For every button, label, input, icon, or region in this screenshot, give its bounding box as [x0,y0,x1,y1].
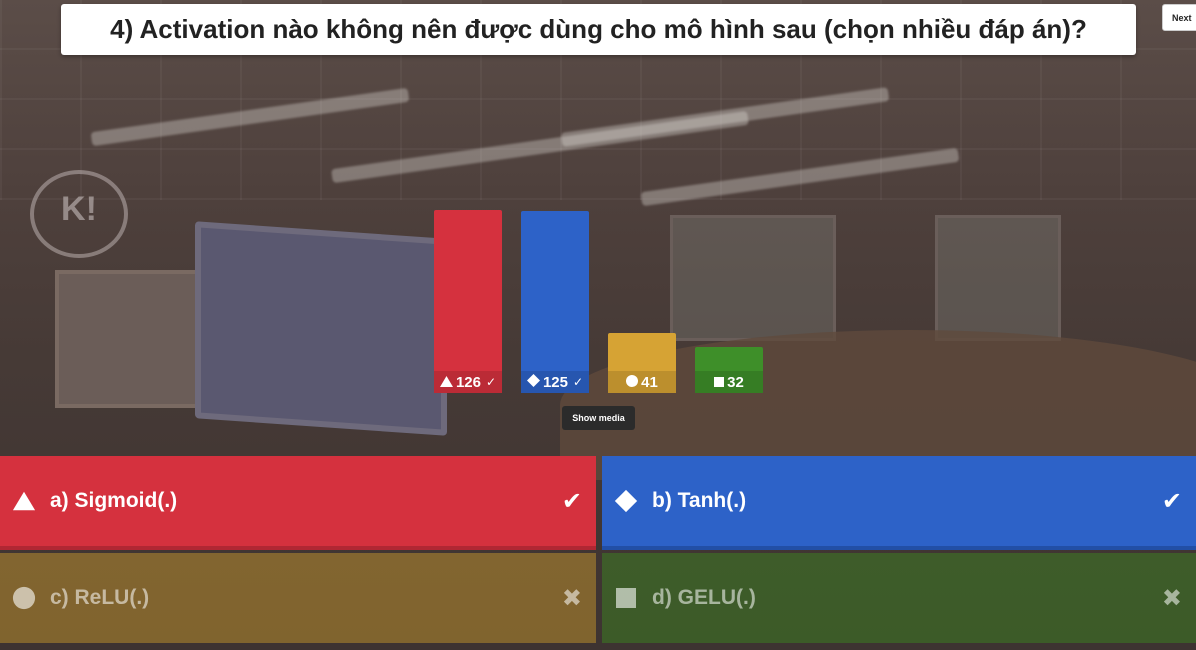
result-bar-label: 126 ✓ [434,371,502,393]
triangle-icon [439,374,453,391]
check-icon: ✓ [572,375,584,389]
answer-label: a) Sigmoid(.) [50,489,178,512]
result-bar-label: 41 [608,371,676,393]
show-media-button[interactable]: Show media [562,406,635,430]
result-count: 126 [455,373,481,391]
answer-b[interactable]: b) Tanh(.) ✔ [602,456,1196,546]
results-chart: 126 ✓ 125 ✓ 41 32 [0,0,1196,400]
result-bar-triangle [434,210,502,393]
result-bar-diamond [521,211,589,393]
circle-icon [626,374,639,391]
circle-icon [12,586,36,610]
result-bar-label: 32 [695,371,763,393]
square-icon [714,374,725,391]
cross-icon: ✖ [561,584,582,612]
answer-label: b) Tanh(.) [652,489,747,512]
answer-label: c) ReLU(.) [50,586,150,609]
check-icon: ✔ [1161,487,1182,515]
diamond-icon [614,489,638,513]
answer-d[interactable]: d) GELU(.) ✖ [602,553,1196,643]
triangle-icon [12,489,36,513]
cross-icon: ✖ [1161,584,1182,612]
answer-label: d) GELU(.) [652,586,756,609]
square-icon [614,586,638,610]
result-count: 125 [542,373,568,391]
answer-a[interactable]: a) Sigmoid(.) ✔ [0,456,596,546]
result-bar-label: 125 ✓ [521,371,589,393]
check-icon: ✔ [561,487,582,515]
check-icon: ✓ [485,375,497,389]
diamond-icon [526,373,540,391]
answer-c[interactable]: c) ReLU(.) ✖ [0,553,596,643]
result-count: 32 [727,373,744,391]
result-count: 41 [641,373,658,391]
